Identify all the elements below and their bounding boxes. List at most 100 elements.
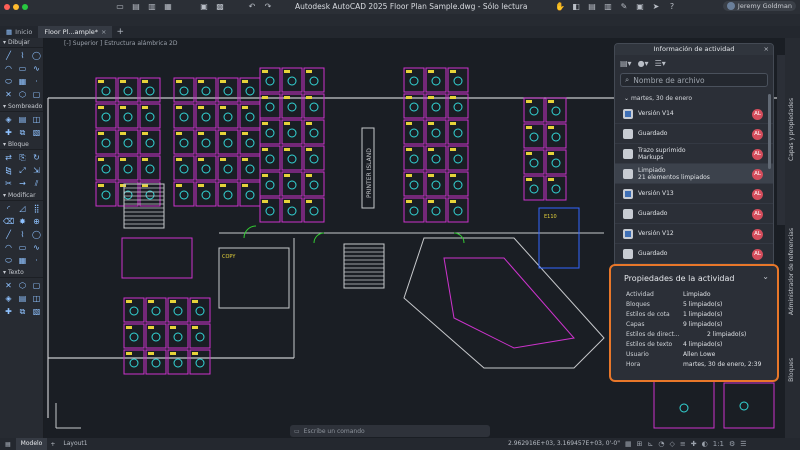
tab-model[interactable]: Modelo	[15, 438, 48, 450]
view-toggle-icon[interactable]: ▤▾	[620, 59, 632, 68]
block-editor-icon[interactable]: →	[17, 178, 28, 189]
line-icon[interactable]: ╱	[3, 50, 14, 61]
model-space-icon[interactable]: ▦	[625, 440, 632, 448]
rail-tab-references[interactable]: Administrador de referencias	[788, 228, 795, 315]
rail-tab-blocks[interactable]: Bloques	[788, 358, 795, 382]
layers-icon[interactable]: ▤	[587, 2, 597, 12]
share-icon[interactable]: ➤	[651, 2, 661, 12]
find-icon[interactable]: ⧉	[17, 306, 28, 317]
list-filter-icon[interactable]: ☰▾	[655, 59, 666, 68]
customize-icon[interactable]: ☰	[740, 440, 746, 448]
dimension-icon[interactable]: ▢	[31, 280, 42, 291]
hatch-pattern-icon[interactable]: ◈	[3, 114, 14, 125]
insert-block-icon[interactable]: ⇄	[3, 152, 14, 163]
write-block-icon[interactable]: ⤢	[17, 165, 28, 176]
compare-icon[interactable]: ▥	[603, 2, 613, 12]
osnap-icon[interactable]: ◇	[669, 440, 674, 448]
open-icon[interactable]: ▥	[147, 2, 157, 12]
undo-icon[interactable]: ↶	[247, 2, 257, 12]
save-icon[interactable]: ▦	[163, 2, 173, 12]
construction-line-icon[interactable]: ✕	[3, 89, 14, 100]
add-tab-button[interactable]: +	[116, 27, 124, 37]
stretch-icon[interactable]: ⊕	[31, 216, 42, 227]
arc-icon[interactable]: ◠	[3, 63, 14, 74]
region-icon[interactable]: ▢	[31, 89, 42, 100]
activity-list-item[interactable]: Guardado AL	[615, 204, 773, 224]
activity-list-item[interactable]: Versión V14 AL	[615, 104, 773, 124]
date-group-header[interactable]: ⌄ martes, 30 de enero	[615, 89, 773, 104]
palette-section-header[interactable]: ▾ Bloque	[0, 140, 43, 150]
user-menu[interactable]: Jeremy Goldman	[722, 1, 796, 11]
circle-icon[interactable]: ◯	[31, 50, 42, 61]
user-filter-icon[interactable]: ●▾	[638, 59, 649, 68]
edit-block-icon[interactable]: ↻	[31, 152, 42, 163]
activity-list-item[interactable]: Versión V13 AL	[615, 184, 773, 204]
ellipse-icon[interactable]: ⬭	[3, 76, 14, 87]
grid-icon[interactable]: ▦	[5, 441, 11, 448]
spell-check-icon[interactable]: ✚	[3, 306, 14, 317]
offset-icon[interactable]: ◯	[31, 229, 42, 240]
scale-label[interactable]: 1:1	[713, 440, 724, 448]
erase-icon[interactable]: ⬭	[3, 255, 14, 266]
markup-icon[interactable]: ✎	[619, 2, 629, 12]
close-tab-icon[interactable]: ×	[101, 28, 106, 36]
leader-icon[interactable]: ◈	[3, 293, 14, 304]
fillet-icon[interactable]: ◠	[3, 242, 14, 253]
extend-icon[interactable]: ⌇	[17, 229, 28, 240]
spline-icon[interactable]: ∿	[31, 63, 42, 74]
table-text-icon[interactable]: ▤	[17, 293, 28, 304]
table-icon[interactable]: ▧	[31, 127, 42, 138]
palette-section-header[interactable]: ▾ Sombreado	[0, 102, 43, 112]
xref-icon[interactable]: ▣	[635, 2, 645, 12]
palette-section-header[interactable]: ▾ Texto	[0, 268, 43, 278]
gradient-icon[interactable]: ▤	[17, 114, 28, 125]
move-icon[interactable]: ◜	[3, 203, 14, 214]
ortho-icon[interactable]: ⊾	[648, 440, 654, 448]
mtext-icon[interactable]: ✕	[3, 280, 14, 291]
minimize-window-button[interactable]	[13, 4, 19, 10]
viewport-controls[interactable]: [-] Superior ] Estructura alámbrica 2D	[64, 40, 177, 47]
chevron-down-icon[interactable]: ⌄	[762, 272, 769, 281]
new-file-icon[interactable]: ▭	[115, 2, 125, 12]
measure-icon[interactable]: ◧	[571, 2, 581, 12]
attribute-icon[interactable]: ⧎	[3, 165, 14, 176]
lineweight-icon[interactable]: ≡	[680, 440, 686, 448]
activity-list-item[interactable]: Guardado AL	[615, 124, 773, 144]
pan-icon[interactable]: ✋	[555, 2, 565, 12]
tab-home[interactable]: ▦ Inicio	[0, 26, 38, 38]
chamfer-icon[interactable]: ▭	[17, 242, 28, 253]
close-window-button[interactable]	[4, 4, 10, 10]
command-input[interactable]: ▭ Escribe un comando	[290, 425, 490, 437]
activity-scrollbar[interactable]	[768, 94, 771, 169]
create-block-icon[interactable]: ⎘	[17, 152, 28, 163]
add-layout-icon[interactable]: +	[47, 441, 58, 448]
isolate-icon[interactable]: ◐	[702, 440, 708, 448]
tab-drawing[interactable]: Floor Pl...ample* ×	[38, 26, 113, 38]
array-icon[interactable]: ∿	[31, 242, 42, 253]
copy-icon[interactable]: ◿	[17, 203, 28, 214]
explode-icon[interactable]: ▦	[17, 255, 28, 266]
hatch-icon[interactable]: ▦	[17, 76, 28, 87]
activity-list-item[interactable]: Limpiado 21 elementos limpiados AL	[615, 164, 773, 184]
mirror-icon[interactable]: ⌫	[3, 216, 14, 227]
base-point-icon[interactable]: ⇲	[31, 165, 42, 176]
scale-icon[interactable]: ✸	[17, 216, 28, 227]
print-icon[interactable]: ▣	[199, 2, 209, 12]
point-icon[interactable]: ·	[31, 76, 42, 87]
zoom-window-button[interactable]	[22, 4, 28, 10]
activity-list-item[interactable]: Guardado AL	[615, 244, 773, 264]
settings-icon[interactable]: ⚙	[729, 440, 735, 448]
define-attribute-icon[interactable]: ✂	[3, 178, 14, 189]
style-icon[interactable]: ▧	[31, 306, 42, 317]
rotate-icon[interactable]: ⣿	[31, 203, 42, 214]
annotation-icon[interactable]: ✚	[691, 440, 697, 448]
palette-icon[interactable]: ⫽	[31, 178, 42, 189]
field-icon[interactable]: ◫	[31, 293, 42, 304]
polygon-icon[interactable]: ⬡	[17, 89, 28, 100]
text-icon[interactable]: ⬡	[17, 280, 28, 291]
help-icon[interactable]: ?	[667, 2, 677, 12]
activity-list-item[interactable]: Versión V12 AL	[615, 224, 773, 244]
snap-icon[interactable]: ⊞	[637, 440, 643, 448]
plot-icon[interactable]: ▩	[215, 2, 225, 12]
trim-icon[interactable]: ╱	[3, 229, 14, 240]
